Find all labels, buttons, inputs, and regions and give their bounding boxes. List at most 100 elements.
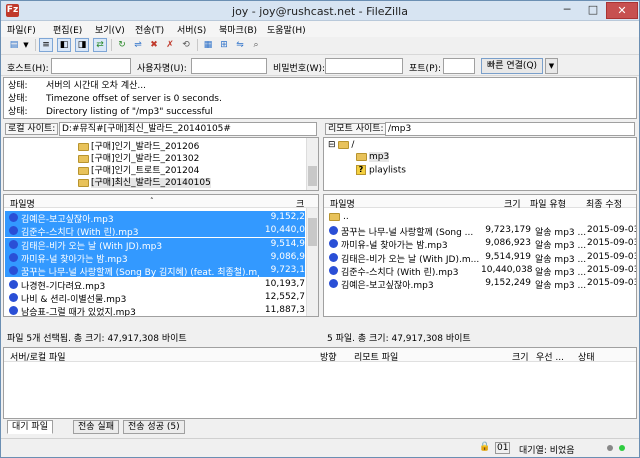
- tab-queued-files[interactable]: 대기 파일: [7, 420, 53, 434]
- file-size: 9,152,249: [485, 278, 531, 289]
- maximize-button[interactable]: □: [580, 2, 606, 19]
- table-row[interactable]: 꿈꾸는 나무-널 사랑할께 (Song ... 9,723,179 알송 mp3 .…: [325, 224, 637, 238]
- menu-file[interactable]: 파일(F): [7, 23, 36, 36]
- lock-icon: 🔒: [479, 442, 491, 452]
- table-row[interactable]: 까미유-널 찾아가는 밤.mp3 9,086,9: [5, 250, 305, 265]
- column-remote-file[interactable]: 리모트 파일: [354, 350, 398, 363]
- close-button[interactable]: ✕: [606, 2, 638, 19]
- scroll-thumb[interactable]: [308, 166, 317, 186]
- menu-transfer[interactable]: 전송(T): [135, 23, 164, 36]
- remote-tree[interactable]: ⊟ / mp3 ? playlists: [323, 137, 637, 191]
- folder-icon: [78, 142, 89, 151]
- remote-file-list[interactable]: 파일명 크기 파일 유형 최종 수정 .. 꿈꾸는 나무-널 사랑할께 (Son…: [323, 194, 637, 317]
- quickconnect-button[interactable]: 빠른 연결(Q): [481, 58, 543, 74]
- port-input[interactable]: [443, 58, 475, 74]
- menu-view[interactable]: 보기(V): [95, 23, 125, 36]
- file-name: 남승표-그럴 때가 있었지.mp3: [21, 308, 136, 317]
- column-size[interactable]: 크기: [504, 197, 521, 210]
- table-row[interactable]: 나비 & 션리-이별선물.mp3 12,552,7: [5, 291, 305, 305]
- reconnect-icon[interactable]: ⟲: [179, 38, 193, 52]
- table-row[interactable]: 남승표-그럴 때가 있었지.mp3 11,887,3: [5, 304, 305, 317]
- toggle-tree-local-icon[interactable]: ◧: [57, 38, 71, 52]
- window-title: joy - joy@rushcast.net - FileZilla: [232, 5, 408, 18]
- title-bar[interactable]: Fz joy - joy@rushcast.net - FileZilla ─ …: [1, 1, 639, 21]
- table-row[interactable]: 김예은-보고싶잖아.mp3 9,152,2: [5, 211, 305, 225]
- minimize-button[interactable]: ─: [554, 2, 580, 19]
- column-size[interactable]: 크: [296, 197, 304, 210]
- site-manager-icon[interactable]: ▤: [7, 38, 21, 52]
- column-modified[interactable]: 최종 수정: [586, 197, 622, 210]
- remote-path-input[interactable]: /mp3: [385, 122, 635, 136]
- tree-folder[interactable]: ? playlists: [356, 165, 406, 176]
- local-list-header: 파일명 ˄ 크: [4, 195, 318, 210]
- local-tree[interactable]: [구매]인기_발라드_201206 [구매]인기_발라드_201302 [구매]…: [3, 137, 319, 191]
- filter-icon[interactable]: ▦: [201, 38, 215, 52]
- quickconnect-dropdown[interactable]: ▼: [545, 58, 558, 74]
- remote-status: 5 파일. 총 크기: 47,917,308 바이트: [327, 334, 471, 344]
- toolbar-separator: [35, 39, 36, 51]
- file-size: 10,440,0: [257, 225, 305, 236]
- compare-icon[interactable]: ⊞: [217, 38, 231, 52]
- column-size[interactable]: 크기: [512, 350, 529, 363]
- host-label: 호스트(H):: [7, 64, 49, 74]
- tree-folder-current[interactable]: [구매]최신_발라드_20140105: [78, 175, 211, 188]
- scroll-thumb[interactable]: [308, 218, 317, 246]
- log-line: 상태: Timezone offset of server is 0 second…: [8, 94, 222, 104]
- toggle-log-icon[interactable]: ≡: [39, 38, 53, 52]
- tab-failed-transfers[interactable]: 전송 실패: [73, 420, 119, 434]
- process-queue-icon[interactable]: ⇌: [131, 38, 145, 52]
- menu-server[interactable]: 서버(S): [177, 23, 206, 36]
- menu-bookmarks[interactable]: 북마크(B): [219, 23, 257, 36]
- table-row[interactable]: 김태은-비가 오는 날 (With JD).mp3 9,514,9: [5, 237, 305, 252]
- tree-folder-current[interactable]: mp3: [356, 152, 390, 162]
- file-modified: 2015-09-03: [587, 225, 637, 235]
- sync-browse-icon[interactable]: ⇋: [233, 38, 247, 52]
- table-row[interactable]: 까미유-널 찾아가는 밤.mp3 9,086,923 알송 mp3 ... 2015-…: [325, 237, 637, 251]
- menu-edit[interactable]: 편집(E): [53, 23, 82, 36]
- transfer-queue[interactable]: 서버/로컬 파일 방향 리모트 파일 크기 우선 ... 상태: [3, 347, 637, 419]
- local-file-list[interactable]: 파일명 ˄ 크 김예은-보고싶잖아.mp3 9,152,2 김준수-스치다 (Wit…: [3, 194, 319, 317]
- table-row[interactable]: 김준수-스치다 (With 린).mp3 10,440,038 알송 mp3 ...…: [325, 264, 636, 278]
- column-filename[interactable]: 파일명: [10, 197, 35, 210]
- table-row[interactable]: 김준수-스치다 (With 린).mp3 10,440,0: [5, 224, 305, 238]
- file-name: 김예은-보고싶잖아.mp3: [341, 281, 434, 292]
- message-log[interactable]: 상태: 서버의 시간대 오차 계산... 상태: Timezone offset o…: [3, 77, 637, 119]
- menu-bar: 파일(F) 편집(E) 보기(V) 전송(T) 서버(S) 북마크(B) 도움말…: [1, 21, 639, 37]
- local-path-input[interactable]: D:#뮤직#[구매]최신_발라드_20140105#: [59, 122, 317, 136]
- column-priority[interactable]: 우선 ...: [536, 350, 564, 363]
- search-icon[interactable]: ⌕: [249, 38, 263, 52]
- table-row[interactable]: 나경현-기다려요.mp3 10,193,7: [5, 278, 305, 292]
- collapse-icon[interactable]: ⊟: [328, 140, 336, 150]
- sort-arrow-icon: ˄: [150, 197, 154, 205]
- cancel-icon[interactable]: ✖: [147, 38, 161, 52]
- table-row[interactable]: 김예은-보고싶잖아.mp3 9,152,249 알송 mp3 ... 2015-09-…: [325, 277, 636, 292]
- file-modified: 2015-09-03: [587, 238, 637, 249]
- folder-icon: [338, 140, 350, 149]
- column-filename[interactable]: 파일명: [330, 197, 355, 210]
- disconnect-icon[interactable]: ✗: [163, 38, 177, 52]
- username-input[interactable]: [191, 58, 267, 74]
- file-name: 김태은-비가 오는 날 (With JD).mp3: [21, 241, 163, 252]
- queue-status: 대기열: 비었음: [519, 446, 575, 456]
- menu-help[interactable]: 도움말(H): [267, 23, 306, 36]
- toggle-queue-icon[interactable]: ⇄: [93, 38, 107, 52]
- file-size: 9,086,923: [485, 238, 531, 249]
- remote-site-bar: 리모트 사이트: /mp3: [323, 122, 637, 136]
- refresh-icon[interactable]: ↻: [115, 38, 129, 52]
- toggle-tree-remote-icon[interactable]: ◨: [75, 38, 89, 52]
- tab-successful-transfers[interactable]: 전송 성공 (5): [123, 420, 185, 434]
- table-row[interactable]: 김태은-비가 오는 날 (With JD).m... 9,514,919 알송 mp…: [325, 251, 636, 265]
- table-row[interactable]: 꿈꾸는 나무-널 사랑할께 (Song By 김지혜) (feat. 최종철).…: [5, 264, 305, 278]
- parent-directory-row[interactable]: ..: [325, 211, 625, 224]
- column-server-local-file[interactable]: 서버/로컬 파일: [10, 350, 66, 363]
- quickconnect-bar: 호스트(H): 사용자명(U): 비밀번호(W): 포트(P): 빠른 연결(Q…: [1, 56, 639, 76]
- column-filetype[interactable]: 파일 유형: [530, 197, 566, 210]
- local-tree-scrollbar[interactable]: [306, 138, 318, 190]
- dropdown-icon[interactable]: ▼: [21, 38, 31, 52]
- local-list-scrollbar[interactable]: [306, 208, 318, 316]
- tree-root[interactable]: ⊟ /: [328, 140, 354, 150]
- password-input[interactable]: [325, 58, 403, 74]
- column-direction[interactable]: 방향: [320, 350, 337, 363]
- column-state[interactable]: 상태: [578, 350, 595, 363]
- host-input[interactable]: [51, 58, 131, 74]
